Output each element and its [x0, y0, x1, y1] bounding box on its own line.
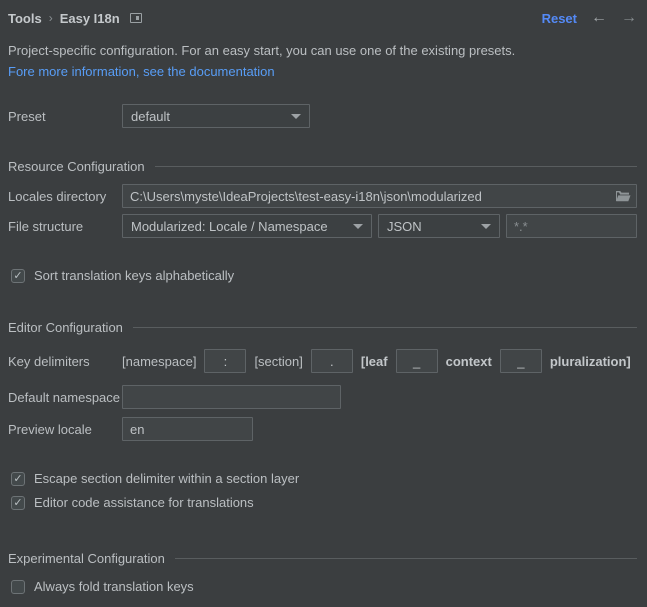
checkbox-icon[interactable]: ✓: [11, 269, 25, 283]
parser-value: JSON: [387, 219, 422, 234]
checkbox-icon[interactable]: ✓: [11, 472, 25, 486]
reset-button[interactable]: Reset: [542, 11, 577, 26]
resource-section-title: Resource Configuration: [8, 159, 145, 174]
escape-delimiter-label: Escape section delimiter within a sectio…: [34, 471, 299, 486]
documentation-link[interactable]: Fore more information, see the documenta…: [8, 64, 275, 79]
section-divider: [175, 558, 637, 559]
namespace-delimiter-input[interactable]: [205, 350, 245, 372]
namespace-bracket-label: [namespace]: [122, 354, 196, 369]
file-structure-value: Modularized: Locale / Namespace: [131, 219, 328, 234]
pluralization-bracket-label: pluralization]: [550, 354, 631, 369]
code-assistance-label: Editor code assistance for translations: [34, 495, 254, 510]
editor-preview-icon[interactable]: [130, 13, 142, 23]
key-delimiters-label: Key delimiters: [8, 354, 122, 369]
fold-keys-checkbox-row[interactable]: Always fold translation keys: [11, 579, 637, 594]
chevron-down-icon: [481, 224, 491, 229]
leaf-bracket-label: [leaf: [361, 354, 388, 369]
sort-keys-label: Sort translation keys alphabetically: [34, 268, 234, 283]
default-namespace-row: Default namespace: [8, 385, 637, 409]
preset-row: Preset default: [8, 104, 637, 128]
locales-directory-input[interactable]: [123, 185, 615, 207]
sort-keys-checkbox-row[interactable]: ✓ Sort translation keys alphabetically: [11, 268, 637, 283]
experimental-section-title: Experimental Configuration: [8, 551, 165, 566]
back-arrow-icon[interactable]: ←: [591, 10, 607, 26]
section-bracket-label: [section]: [254, 354, 302, 369]
editor-section-title: Editor Configuration: [8, 320, 123, 335]
preview-locale-field[interactable]: [122, 417, 253, 441]
description-text: Project-specific configuration. For an e…: [8, 43, 637, 58]
section-divider: [133, 327, 637, 328]
file-structure-row: File structure Modularized: Locale / Nam…: [8, 214, 637, 238]
default-namespace-field[interactable]: [122, 385, 341, 409]
locales-directory-row: Locales directory: [8, 184, 637, 208]
chevron-right-icon: ›: [49, 11, 53, 25]
open-folder-icon[interactable]: [615, 189, 631, 203]
context-label: context: [446, 354, 492, 369]
checkbox-icon[interactable]: [11, 580, 25, 594]
resource-section-header: Resource Configuration: [8, 159, 637, 174]
parser-select[interactable]: JSON: [378, 214, 500, 238]
fold-keys-label: Always fold translation keys: [34, 579, 194, 594]
forward-arrow-icon[interactable]: →: [621, 10, 637, 26]
file-structure-label: File structure: [8, 219, 122, 234]
locales-directory-label: Locales directory: [8, 189, 122, 204]
preset-value: default: [131, 109, 170, 124]
context-delimiter-input[interactable]: [397, 350, 437, 372]
default-namespace-input[interactable]: [123, 386, 340, 408]
file-pattern-field[interactable]: [506, 214, 637, 238]
file-pattern-input[interactable]: [507, 215, 636, 237]
plural-delimiter-input[interactable]: [501, 350, 541, 372]
locales-directory-field[interactable]: [122, 184, 637, 208]
section-delimiter-input[interactable]: [312, 350, 352, 372]
code-assistance-checkbox-row[interactable]: ✓ Editor code assistance for translation…: [11, 495, 637, 510]
breadcrumb-easy-i18n: Easy I18n: [60, 11, 120, 26]
breadcrumb-tools[interactable]: Tools: [8, 11, 42, 26]
checkbox-icon[interactable]: ✓: [11, 496, 25, 510]
section-delimiter-field[interactable]: [311, 349, 353, 373]
chevron-down-icon: [353, 224, 363, 229]
preset-label: Preset: [8, 109, 122, 124]
namespace-delimiter-field[interactable]: [204, 349, 246, 373]
file-structure-select[interactable]: Modularized: Locale / Namespace: [122, 214, 372, 238]
default-namespace-label: Default namespace: [8, 390, 122, 405]
section-divider: [155, 166, 637, 167]
experimental-section-header: Experimental Configuration: [8, 551, 637, 566]
preset-select[interactable]: default: [122, 104, 310, 128]
escape-delimiter-checkbox-row[interactable]: ✓ Escape section delimiter within a sect…: [11, 471, 637, 486]
settings-header: Tools › Easy I18n Reset ← →: [8, 8, 637, 28]
context-delimiter-field[interactable]: [396, 349, 438, 373]
chevron-down-icon: [291, 114, 301, 119]
preview-locale-input[interactable]: [123, 418, 252, 440]
preview-locale-row: Preview locale: [8, 417, 637, 441]
preview-locale-label: Preview locale: [8, 422, 122, 437]
key-delimiters-row: Key delimiters [namespace] [section] [le…: [8, 349, 637, 373]
plural-delimiter-field[interactable]: [500, 349, 542, 373]
editor-section-header: Editor Configuration: [8, 320, 637, 335]
